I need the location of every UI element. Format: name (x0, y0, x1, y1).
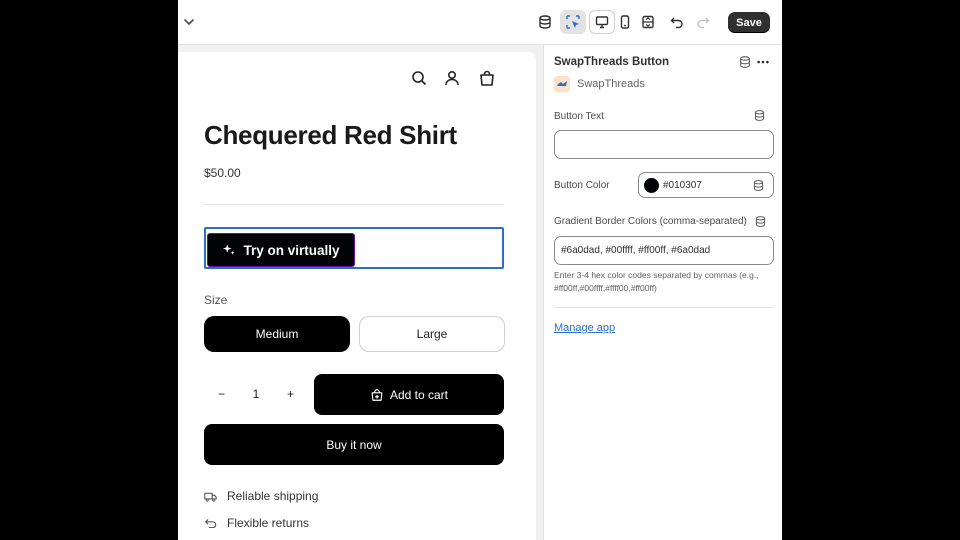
database-icon[interactable] (754, 215, 767, 228)
cart-icon[interactable] (478, 69, 496, 87)
selected-block-outline: Try on virtually (204, 227, 504, 269)
database-icon[interactable] (532, 10, 558, 34)
chevron-down-icon[interactable] (178, 10, 202, 34)
product-title: Chequered Red Shirt (204, 120, 457, 150)
dynamic-source-icon[interactable] (738, 55, 752, 69)
button-color-picker[interactable]: #010307 (638, 172, 774, 198)
button-text-input[interactable] (554, 130, 774, 159)
feature-label: Reliable shipping (227, 489, 319, 503)
product-price: $50.00 (204, 166, 241, 180)
color-swatch[interactable] (644, 177, 659, 193)
search-icon[interactable] (410, 69, 428, 87)
add-to-cart-label: Add to cart (389, 387, 449, 402)
buy-now-button[interactable]: Buy it now (204, 424, 504, 465)
try-on-label: Try on virtually (243, 242, 340, 258)
feature-returns: Flexible returns (204, 516, 309, 530)
fullwidth-icon[interactable] (635, 10, 661, 34)
editor-topbar: Save (178, 0, 782, 45)
button-color-value: #010307 (663, 179, 702, 191)
return-icon (204, 518, 217, 528)
database-icon[interactable] (752, 179, 765, 192)
more-options-icon[interactable] (756, 55, 770, 69)
feature-label: Flexible returns (227, 516, 310, 530)
gradient-colors-input[interactable]: #6a0dad, #00ffff, #ff00ff, #6a0dad (554, 236, 774, 265)
manage-app-link[interactable]: Manage app (554, 322, 615, 334)
quantity-value[interactable]: 1 (253, 387, 260, 401)
quantity-stepper: − 1 + (208, 373, 304, 415)
button-text-label: Button Text (554, 111, 604, 122)
account-icon[interactable] (443, 69, 461, 87)
button-color-label: Button Color (554, 180, 610, 191)
app-name: SwapThreads (577, 78, 645, 90)
gradient-help-text: Enter 3-4 hex color codes separated by c… (554, 270, 759, 293)
app-attribution: SwapThreads (554, 76, 645, 92)
save-button[interactable]: Save (728, 12, 770, 33)
undo-icon[interactable] (664, 10, 690, 34)
inspector-icon[interactable] (560, 10, 586, 34)
size-label: Size (204, 293, 228, 307)
redo-icon[interactable] (690, 10, 716, 34)
quantity-minus-button[interactable]: − (218, 387, 225, 401)
gradient-label: Gradient Border Colors (comma-separated) (554, 216, 747, 227)
storefront-preview: Chequered Red Shirt $50.00 Try on virtua… (178, 52, 536, 540)
truck-icon (204, 492, 217, 502)
panel-title: SwapThreads Button (554, 56, 670, 68)
block-settings-panel: SwapThreads Button SwapThreads Button Te… (543, 45, 782, 540)
size-option-large[interactable]: Large (359, 316, 505, 352)
feature-shipping: Reliable shipping (204, 489, 318, 503)
quantity-plus-button[interactable]: + (287, 387, 294, 401)
divider (554, 307, 774, 308)
database-icon[interactable] (753, 109, 766, 122)
theme-editor: Save Chequered Red Shirt $50.00 Try on v… (178, 0, 782, 540)
divider (204, 204, 504, 205)
sparkle-icon (223, 244, 235, 255)
app-logo (554, 76, 570, 92)
try-on-button[interactable]: Try on virtually (208, 234, 354, 266)
add-to-cart-button[interactable]: Add to cart (314, 374, 504, 415)
bag-plus-icon (371, 388, 383, 401)
size-option-medium[interactable]: Medium (204, 316, 350, 352)
